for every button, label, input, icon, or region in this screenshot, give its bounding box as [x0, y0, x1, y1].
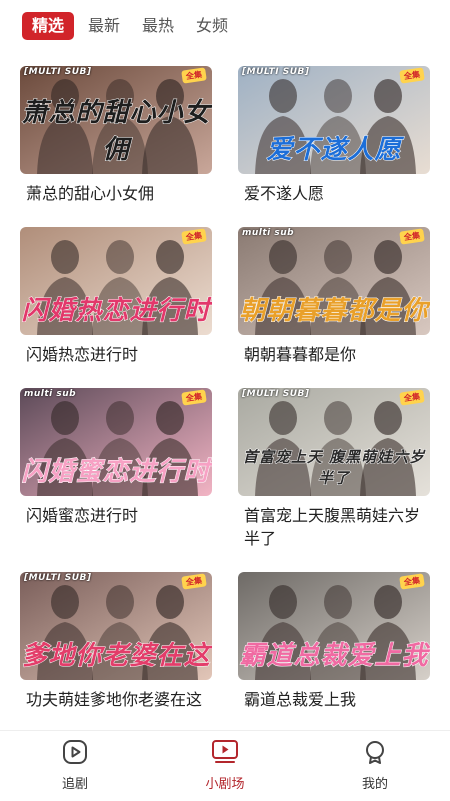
drama-title: 功夫萌娃爹地你老婆在这 — [26, 690, 203, 709]
poster-title-art: 闪婚热恋进行时 — [21, 296, 211, 327]
drama-thumbnail[interactable]: 全集 霸道总裁爱上我 — [238, 572, 430, 680]
poster-title-art: 首富宠上天 腹黑萌娃六岁半了 — [242, 448, 426, 488]
drama-card[interactable]: 全集 闪婚热恋进行时 闪婚热恋进行时 — [20, 227, 212, 366]
play-screen-icon — [212, 740, 238, 763]
poster-title-art: 霸道总裁爱上我 — [239, 641, 429, 672]
poster-title-art: 朝朝暮暮都是你 — [239, 296, 429, 327]
drama-thumbnail[interactable]: [MULTI SUB] 全集 爱不遂人愿 — [238, 66, 430, 174]
drama-thumbnail[interactable]: multi sub 全集 闪婚蜜恋进行时 — [20, 388, 212, 496]
drama-card[interactable]: [MULTI SUB] 全集 首富宠上天 腹黑萌娃六岁半了 首富宠上天腹黑萌娃六岁半… — [238, 388, 430, 550]
drama-card[interactable]: [MULTI SUB] 全集 爹地你老婆在这 功夫萌娃爹地你老婆在这 — [20, 572, 212, 711]
drama-thumbnail[interactable]: [MULTI SUB] 全集 首富宠上天 腹黑萌娃六岁半了 — [238, 388, 430, 496]
drama-card[interactable]: multi sub 全集 朝朝暮暮都是你 朝朝暮暮都是你 — [238, 227, 430, 366]
drama-title: 朝朝暮暮都是你 — [244, 345, 357, 364]
drama-title: 萧总的甜心小女佣 — [26, 184, 155, 203]
drama-title: 爱不遂人愿 — [244, 184, 325, 203]
drama-card[interactable]: [MULTI SUB] 全集 爱不遂人愿 爱不遂人愿 — [238, 66, 430, 205]
drama-card[interactable]: multi sub 全集 闪婚蜜恋进行时 闪婚蜜恋进行时 — [20, 388, 212, 527]
subtitle-tag: multi sub — [24, 389, 77, 399]
nav-following[interactable]: 追剧 — [0, 731, 150, 801]
drama-thumbnail[interactable]: multi sub 全集 朝朝暮暮都是你 — [238, 227, 430, 335]
poster-title-art: 闪婚蜜恋进行时 — [21, 457, 211, 488]
nav-following-label: 追剧 — [61, 777, 88, 792]
user-icon — [366, 741, 384, 764]
subtitle-tag: [MULTI SUB] — [24, 67, 92, 77]
drama-thumbnail[interactable]: [MULTI SUB] 全集 爹地你老婆在这 — [20, 572, 212, 680]
drama-title: 首富宠上天腹黑萌娃六岁半了 — [244, 506, 421, 548]
nav-theater[interactable]: 小剧场 — [150, 731, 300, 801]
drama-title: 闪婚蜜恋进行时 — [26, 506, 139, 525]
poster-title-art: 爱不遂人愿 — [266, 135, 402, 166]
subtitle-tag: [MULTI SUB] — [242, 389, 310, 399]
drama-thumbnail[interactable]: 全集 闪婚热恋进行时 — [20, 227, 212, 335]
drama-card[interactable]: 全集 霸道总裁爱上我 霸道总裁爱上我 — [238, 572, 430, 711]
drama-card[interactable]: [MULTI SUB] 全集 萧总的甜心小女佣 萧总的甜心小女佣 — [20, 66, 212, 205]
poster-title-art: 萧总的甜心小女佣 — [21, 98, 211, 166]
drama-grid: [MULTI SUB] 全集 萧总的甜心小女佣 萧总的甜心小女佣 [MULTI SU… — [0, 0, 450, 730]
bottom-nav: 追剧 小剧场 我的 — [0, 730, 450, 801]
nav-theater-label: 小剧场 — [205, 777, 245, 792]
subtitle-tag: [MULTI SUB] — [242, 67, 310, 77]
subtitle-tag: [MULTI SUB] — [24, 573, 92, 583]
drama-title: 霸道总裁爱上我 — [244, 690, 357, 709]
drama-title: 闪婚热恋进行时 — [26, 345, 139, 364]
drama-thumbnail[interactable]: [MULTI SUB] 全集 萧总的甜心小女佣 — [20, 66, 212, 174]
play-circle-icon — [63, 740, 87, 764]
nav-mine-label: 我的 — [361, 777, 388, 792]
nav-mine[interactable]: 我的 — [300, 731, 450, 801]
subtitle-tag: multi sub — [242, 228, 295, 238]
poster-title-art: 爹地你老婆在这 — [21, 641, 211, 672]
